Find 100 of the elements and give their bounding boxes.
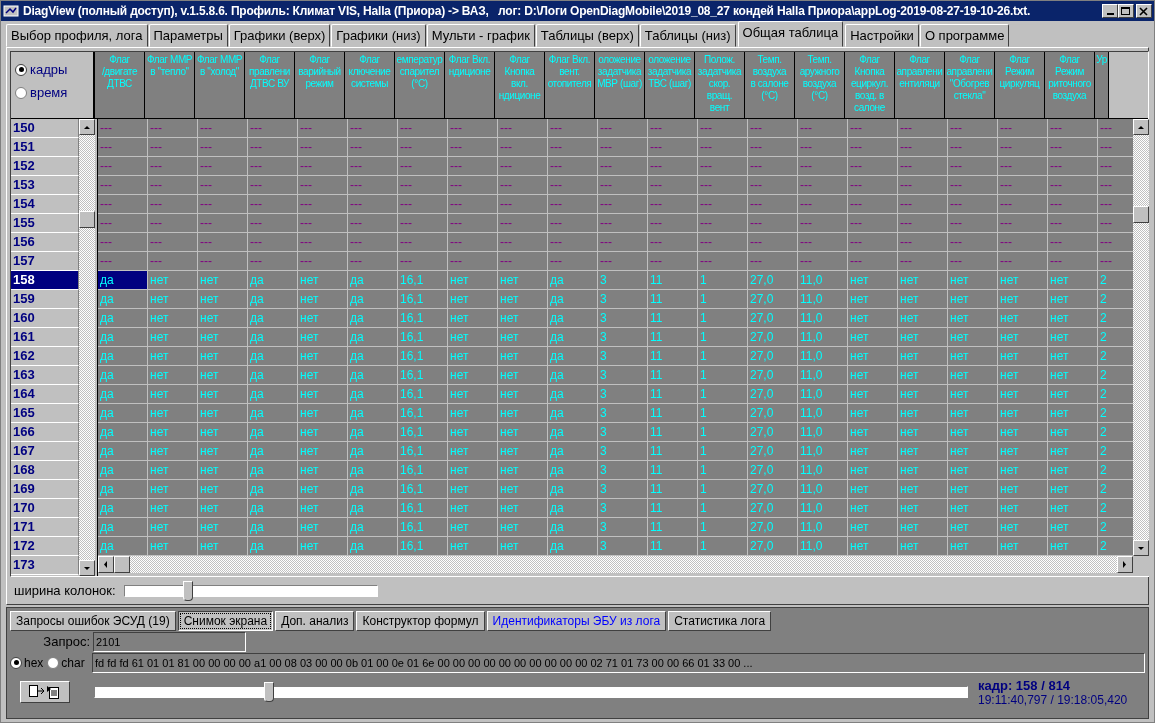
response-field[interactable]: fd fd fd 61 01 01 81 00 00 00 00 a1 00 08 03 00 00 0b 01 00 0e 01 6e 00 00 00 00 00 00 00 00 00 00 02 71 01 73 00 00 66 01 33 00 ... [92, 652, 1145, 673]
table-cell: --- [498, 252, 548, 270]
table-cell: нет [848, 499, 898, 517]
table-cell: нет [298, 366, 348, 384]
row-number[interactable]: 172 [11, 537, 79, 556]
scroll-left-button[interactable] [98, 556, 114, 573]
table-cell: 3 [598, 499, 648, 517]
radio-option[interactable]: char [47, 655, 85, 670]
table-cell: да [348, 290, 398, 308]
row-number[interactable]: 158 [11, 271, 79, 290]
row-number[interactable]: 168 [11, 461, 79, 480]
slider-thumb[interactable] [182, 580, 193, 601]
export-button[interactable] [20, 681, 70, 703]
table-cell: --- [848, 233, 898, 251]
column-header: Флаг Кнопка вкл. ндиционе [495, 52, 545, 118]
tab[interactable]: Снимок экрана [177, 611, 274, 631]
row-number[interactable]: 160 [11, 309, 79, 328]
scroll-thumb[interactable] [114, 556, 130, 573]
tab[interactable]: Настройки [845, 24, 919, 47]
row-number[interactable]: 169 [11, 480, 79, 499]
close-button[interactable] [1136, 4, 1152, 18]
tab[interactable]: Параметры [148, 24, 228, 47]
row-number[interactable]: 161 [11, 328, 79, 347]
row-number[interactable]: 173 [11, 556, 79, 575]
tab[interactable]: О программе [919, 24, 1010, 47]
table-cell: --- [998, 252, 1048, 270]
row-number[interactable]: 164 [11, 385, 79, 404]
table-cell: нет [848, 537, 898, 555]
row-number[interactable]: 155 [11, 214, 79, 233]
scroll-down-button[interactable] [79, 560, 95, 576]
table-cell: --- [398, 214, 448, 232]
horizontal-scrollbar[interactable] [98, 556, 1133, 573]
table-cell: нет [898, 461, 948, 479]
table-cell: нет [448, 499, 498, 517]
row-number[interactable]: 152 [11, 157, 79, 176]
table-cell: 16,1 [398, 442, 448, 460]
row-number[interactable]: 163 [11, 366, 79, 385]
row-number[interactable]: 166 [11, 423, 79, 442]
table-cell: нет [848, 366, 898, 384]
table-cell: нет [148, 499, 198, 517]
table-cell: нет [948, 518, 998, 536]
row-number[interactable]: 153 [11, 176, 79, 195]
vertical-scrollbar[interactable] [79, 119, 95, 576]
table-cell: 11 [648, 404, 698, 422]
table-cell: --- [798, 119, 848, 137]
table-cell: --- [898, 157, 948, 175]
row-number[interactable]: 167 [11, 442, 79, 461]
table-cell: 3 [598, 309, 648, 327]
tab[interactable]: Статистика лога [668, 611, 772, 631]
table-cell-text: --- [1099, 158, 1113, 175]
tab[interactable]: Графики (верх) [228, 24, 331, 47]
row-number[interactable]: 165 [11, 404, 79, 423]
table-cell: да [248, 385, 298, 403]
table-cell-text: 2 [1099, 386, 1108, 403]
maximize-button[interactable] [1118, 4, 1134, 18]
radio-option[interactable]: кадры [15, 62, 93, 77]
request-field[interactable]: 2101 [93, 631, 246, 652]
tab[interactable]: Выбор профиля, лога [6, 24, 148, 47]
table-cell: нет [998, 461, 1048, 479]
scroll-up-button[interactable] [1133, 119, 1149, 135]
scroll-up-button[interactable] [79, 119, 95, 135]
row-number[interactable]: 159 [11, 290, 79, 309]
row-number[interactable]: 162 [11, 347, 79, 366]
tab[interactable]: Общая таблица [737, 21, 844, 47]
radio-option[interactable]: время [15, 85, 93, 100]
tab[interactable]: Таблицы (верх) [535, 24, 639, 47]
tab[interactable]: Конструктор формул [356, 611, 485, 631]
row-number[interactable]: 170 [11, 499, 79, 518]
row-number[interactable]: 157 [11, 252, 79, 271]
column-header: Флаг Кнопка ециркул. возд. в салоне [845, 52, 895, 118]
scroll-thumb[interactable] [1133, 206, 1149, 223]
minimize-button[interactable] [1102, 4, 1118, 18]
scroll-right-button[interactable] [1117, 556, 1133, 573]
table-cell: --- [498, 157, 548, 175]
table-cell: 11,0 [798, 328, 848, 346]
tab[interactable]: Идентификаторы ЭБУ из лога [486, 611, 667, 631]
row-number[interactable]: 154 [11, 195, 79, 214]
vertical-scrollbar[interactable] [1133, 119, 1149, 556]
table-cell: --- [198, 195, 248, 213]
table-cell: 27,0 [748, 404, 798, 422]
tab[interactable]: Запросы ошибок ЭСУД (19) [10, 611, 176, 631]
radio-option[interactable]: hex [10, 655, 44, 670]
tab[interactable]: Графики (низ) [331, 24, 426, 47]
table-cell: 1 [698, 461, 748, 479]
table-cell: 16,1 [398, 404, 448, 422]
tab[interactable]: Доп. анализ [275, 611, 355, 631]
tab[interactable]: Мульти - график [426, 24, 535, 47]
scroll-down-button[interactable] [1133, 540, 1149, 556]
tab[interactable]: Таблицы (низ) [639, 24, 736, 47]
row-number[interactable]: 151 [11, 138, 79, 157]
table-cell: 1 [698, 518, 748, 536]
table-cell: да [548, 461, 598, 479]
row-number[interactable]: 156 [11, 233, 79, 252]
table-cell: нет [298, 499, 348, 517]
row-number[interactable]: 150 [11, 119, 79, 138]
row-number[interactable]: 171 [11, 518, 79, 537]
window-title: DiagView (полный доступ), v.1.5.8.6. Профиль: Климат VIS, Halla (Приора) -> ВАЗ, лог: D:\Логи OpenDiagMobile\2019_08_27 кондей Halla Приора\appLog-2019-08-27-19-10-26.txt. [23, 4, 1032, 18]
table-cell: нет [448, 271, 498, 289]
slider-thumb[interactable] [264, 682, 275, 702]
scroll-thumb[interactable] [79, 211, 95, 228]
